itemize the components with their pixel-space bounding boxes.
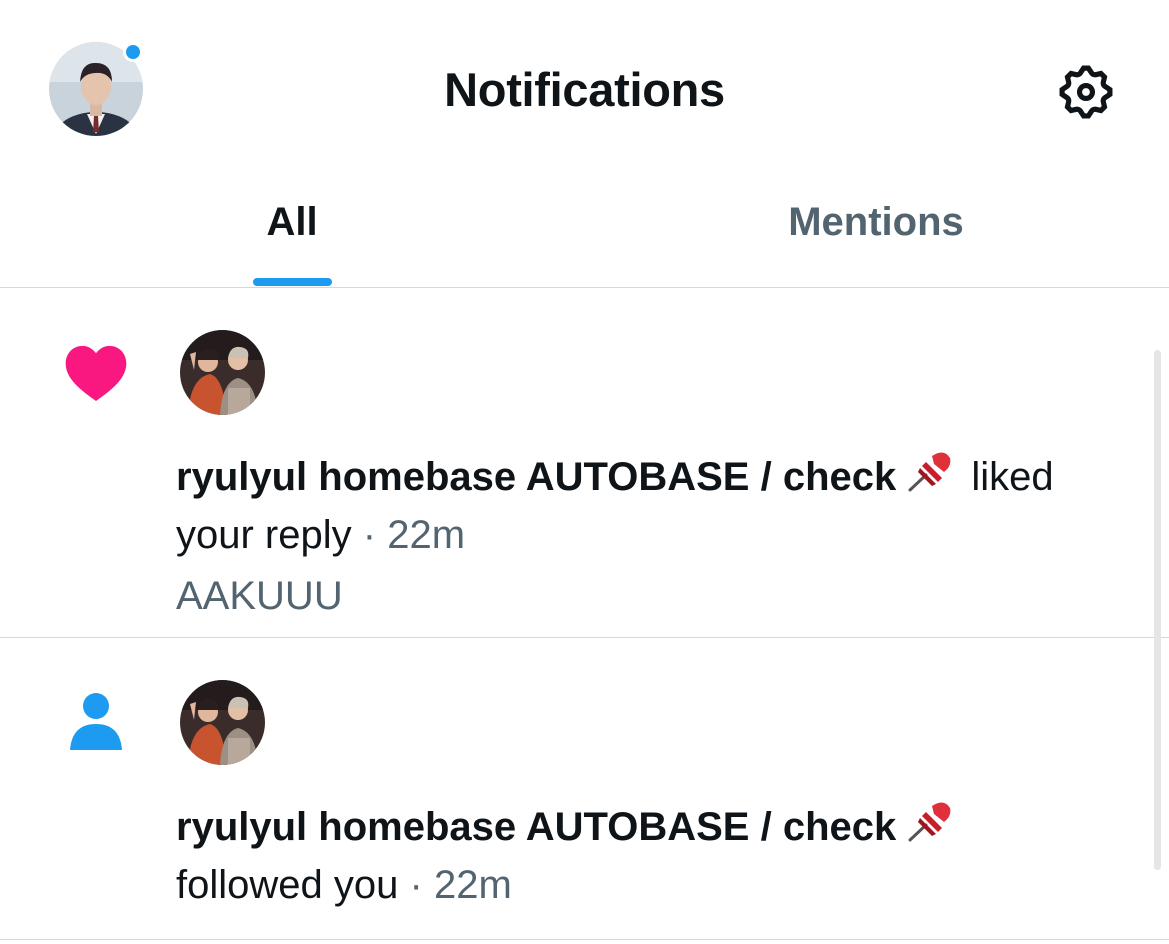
- unread-indicator-dot: [123, 42, 143, 62]
- user-avatar[interactable]: [180, 330, 265, 415]
- notification-time: 22m: [433, 863, 512, 907]
- user-display-name[interactable]: ryulyul homebase AUTOBASE / check: [176, 805, 896, 849]
- notification-text: ryulyul homebase AUTOBASE / check follow…: [176, 800, 1116, 912]
- page-title: Notifications: [444, 63, 725, 116]
- notification-item[interactable]: ryulyul homebase AUTOBASE / check follow…: [0, 638, 1169, 940]
- tab-all[interactable]: All: [0, 180, 584, 287]
- meta-separator: ·: [362, 513, 377, 557]
- heart-icon: [64, 344, 128, 407]
- scrollbar[interactable]: [1154, 350, 1161, 870]
- meta-separator: ·: [409, 863, 423, 907]
- notification-time: 22m: [387, 513, 466, 557]
- person-icon: [70, 692, 122, 755]
- notification-item[interactable]: ryulyul homebase AUTOBASE / check liked …: [0, 288, 1169, 638]
- active-tab-indicator: [253, 278, 332, 286]
- top-bar: Notifications: [0, 0, 1169, 180]
- tab-mentions-label: Mentions: [788, 200, 964, 244]
- notification-text: ryulyul homebase AUTOBASE / check liked …: [176, 450, 1116, 562]
- notifications-page: Notifications All Mentions ryulyul homeb…: [0, 0, 1169, 944]
- tab-mentions[interactable]: Mentions: [584, 180, 1168, 287]
- reply-preview-text: AAKUUU: [176, 574, 343, 618]
- user-avatar[interactable]: [180, 680, 265, 765]
- tab-all-label: All: [266, 200, 318, 244]
- notification-tabs: All Mentions: [0, 180, 1169, 288]
- user-display-name[interactable]: ryulyul homebase AUTOBASE / check: [176, 455, 896, 499]
- notification-action: followed you: [176, 863, 399, 907]
- gear-icon: [1059, 65, 1113, 119]
- settings-button[interactable]: [1052, 58, 1120, 126]
- pushpin-icon: [904, 800, 954, 858]
- pushpin-icon: [904, 450, 954, 508]
